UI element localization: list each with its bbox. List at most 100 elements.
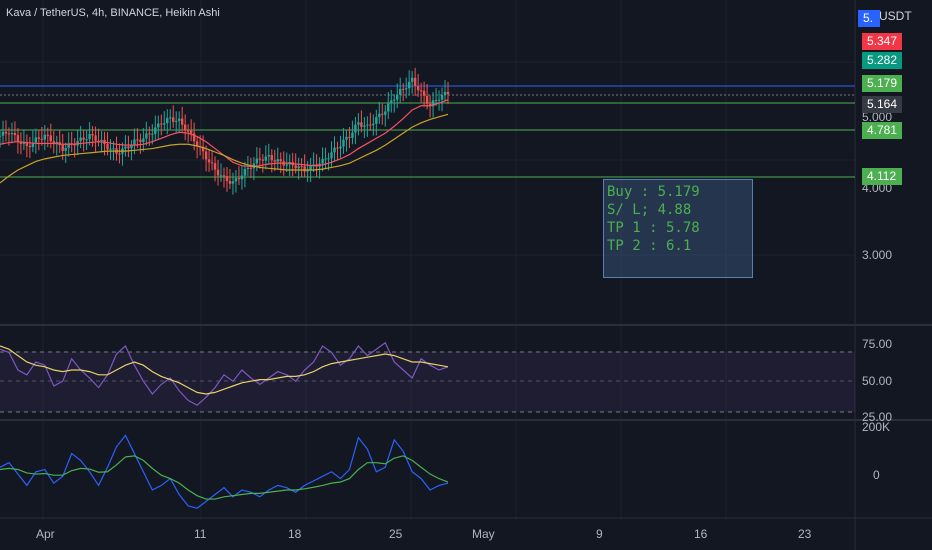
candle-body <box>64 147 67 151</box>
candle-body <box>422 90 426 96</box>
time-axis-label-18: 18 <box>288 527 302 541</box>
rsi-axis-label-50: 50.00 <box>862 374 893 388</box>
candle-body <box>169 117 172 119</box>
candle-body <box>13 133 17 136</box>
candle-body <box>393 99 396 101</box>
candle-body <box>240 175 244 180</box>
candle-body <box>225 176 229 181</box>
candle-body <box>446 91 450 95</box>
candle-body <box>34 137 38 143</box>
candle-body <box>228 180 232 184</box>
candle-body <box>249 167 253 169</box>
candle-body <box>118 153 121 155</box>
candle-body <box>407 81 411 89</box>
candle-body <box>151 133 154 135</box>
candle-body <box>49 135 52 142</box>
candle-body <box>354 124 357 133</box>
candle-body <box>381 113 384 115</box>
candle-body <box>175 120 178 122</box>
candle-body <box>166 117 169 124</box>
candle-body <box>342 139 345 147</box>
candle-body <box>434 100 438 102</box>
candle-body <box>145 133 148 139</box>
candle-body <box>261 159 265 161</box>
price-tag-blue: 5. <box>858 10 880 27</box>
candle-body <box>246 167 250 170</box>
trade-note[interactable]: Buy : 5.179 S/ L; 4.88 TP 1 : 5.78 TP 2 … <box>603 179 753 278</box>
candle-body <box>351 132 354 138</box>
candle-body <box>264 156 268 161</box>
candle-body <box>85 139 88 141</box>
osc-axis-label-0: 0 <box>873 468 880 482</box>
candle-body <box>0 135 2 137</box>
candle-body <box>324 158 327 160</box>
candle-body <box>183 124 187 131</box>
candle-body <box>4 131 8 134</box>
candle-body <box>130 145 133 149</box>
symbol-title[interactable]: Kava / TetherUS, 4h, BINANCE, Heikin Ash… <box>6 7 220 19</box>
candle-body <box>210 162 214 164</box>
candle-body <box>109 148 112 150</box>
candle-body <box>186 130 190 132</box>
candle-body <box>390 100 393 104</box>
candle-body <box>234 178 238 182</box>
candle-body <box>357 122 360 125</box>
candle-body <box>7 133 11 135</box>
candle-body <box>419 90 423 92</box>
candle-body <box>139 139 142 142</box>
candle-body <box>410 77 414 82</box>
candle-body <box>396 94 399 100</box>
price-axis-currency[interactable]: USDT <box>879 9 912 23</box>
note-line-tp2: TP 2 : 6.1 <box>607 238 692 254</box>
candle-body <box>157 123 160 128</box>
price-tag-4781: 4.781 <box>862 122 902 139</box>
candle-body <box>28 145 32 148</box>
candle-body <box>363 125 366 127</box>
candle-body <box>372 123 375 126</box>
candle-body <box>378 113 381 118</box>
candle-body <box>204 151 208 160</box>
candle-body <box>46 134 49 136</box>
osc-axis-label-200k: 200K <box>862 420 891 434</box>
chart-canvas[interactable] <box>0 0 932 550</box>
candle-body <box>213 163 217 170</box>
candle-body <box>91 133 94 136</box>
candle-body <box>321 158 324 164</box>
price-tag-5347: 5.347 <box>862 33 902 50</box>
time-axis-label-23: 23 <box>798 527 812 541</box>
candle-body <box>163 123 166 125</box>
candle-body <box>443 91 447 96</box>
candle-body <box>384 111 387 115</box>
candle-body <box>294 165 297 169</box>
note-line-tp1: TP 1 : 5.78 <box>607 220 700 236</box>
candle-body <box>255 158 259 164</box>
candle-body <box>10 133 14 135</box>
candle-body <box>243 169 247 176</box>
candle-body <box>348 136 351 138</box>
candle-body <box>369 124 372 126</box>
candle-body <box>366 124 369 126</box>
candle-body <box>61 144 64 151</box>
candle-body <box>306 170 309 172</box>
candle-body <box>124 146 127 149</box>
time-axis-label-25: 25 <box>389 527 403 541</box>
candle-body <box>387 103 390 112</box>
candle-body <box>360 122 363 127</box>
candle-body <box>402 88 405 90</box>
candle-body <box>330 152 333 159</box>
candle-body <box>231 181 235 184</box>
candle-body <box>219 175 223 177</box>
candle-body <box>285 164 288 166</box>
candle-body <box>404 88 408 90</box>
rsi-band <box>0 352 855 412</box>
candle-body <box>336 147 339 149</box>
candle-body <box>172 117 175 122</box>
candle-body <box>437 99 441 101</box>
rsi-axis-label-75: 75.00 <box>862 337 893 351</box>
note-line-buy: Buy : 5.179 <box>607 184 700 200</box>
candle-body <box>127 146 130 149</box>
candle-body <box>154 127 157 134</box>
candle-body <box>106 144 109 150</box>
candle-body <box>100 139 103 142</box>
candle-body <box>258 158 262 160</box>
